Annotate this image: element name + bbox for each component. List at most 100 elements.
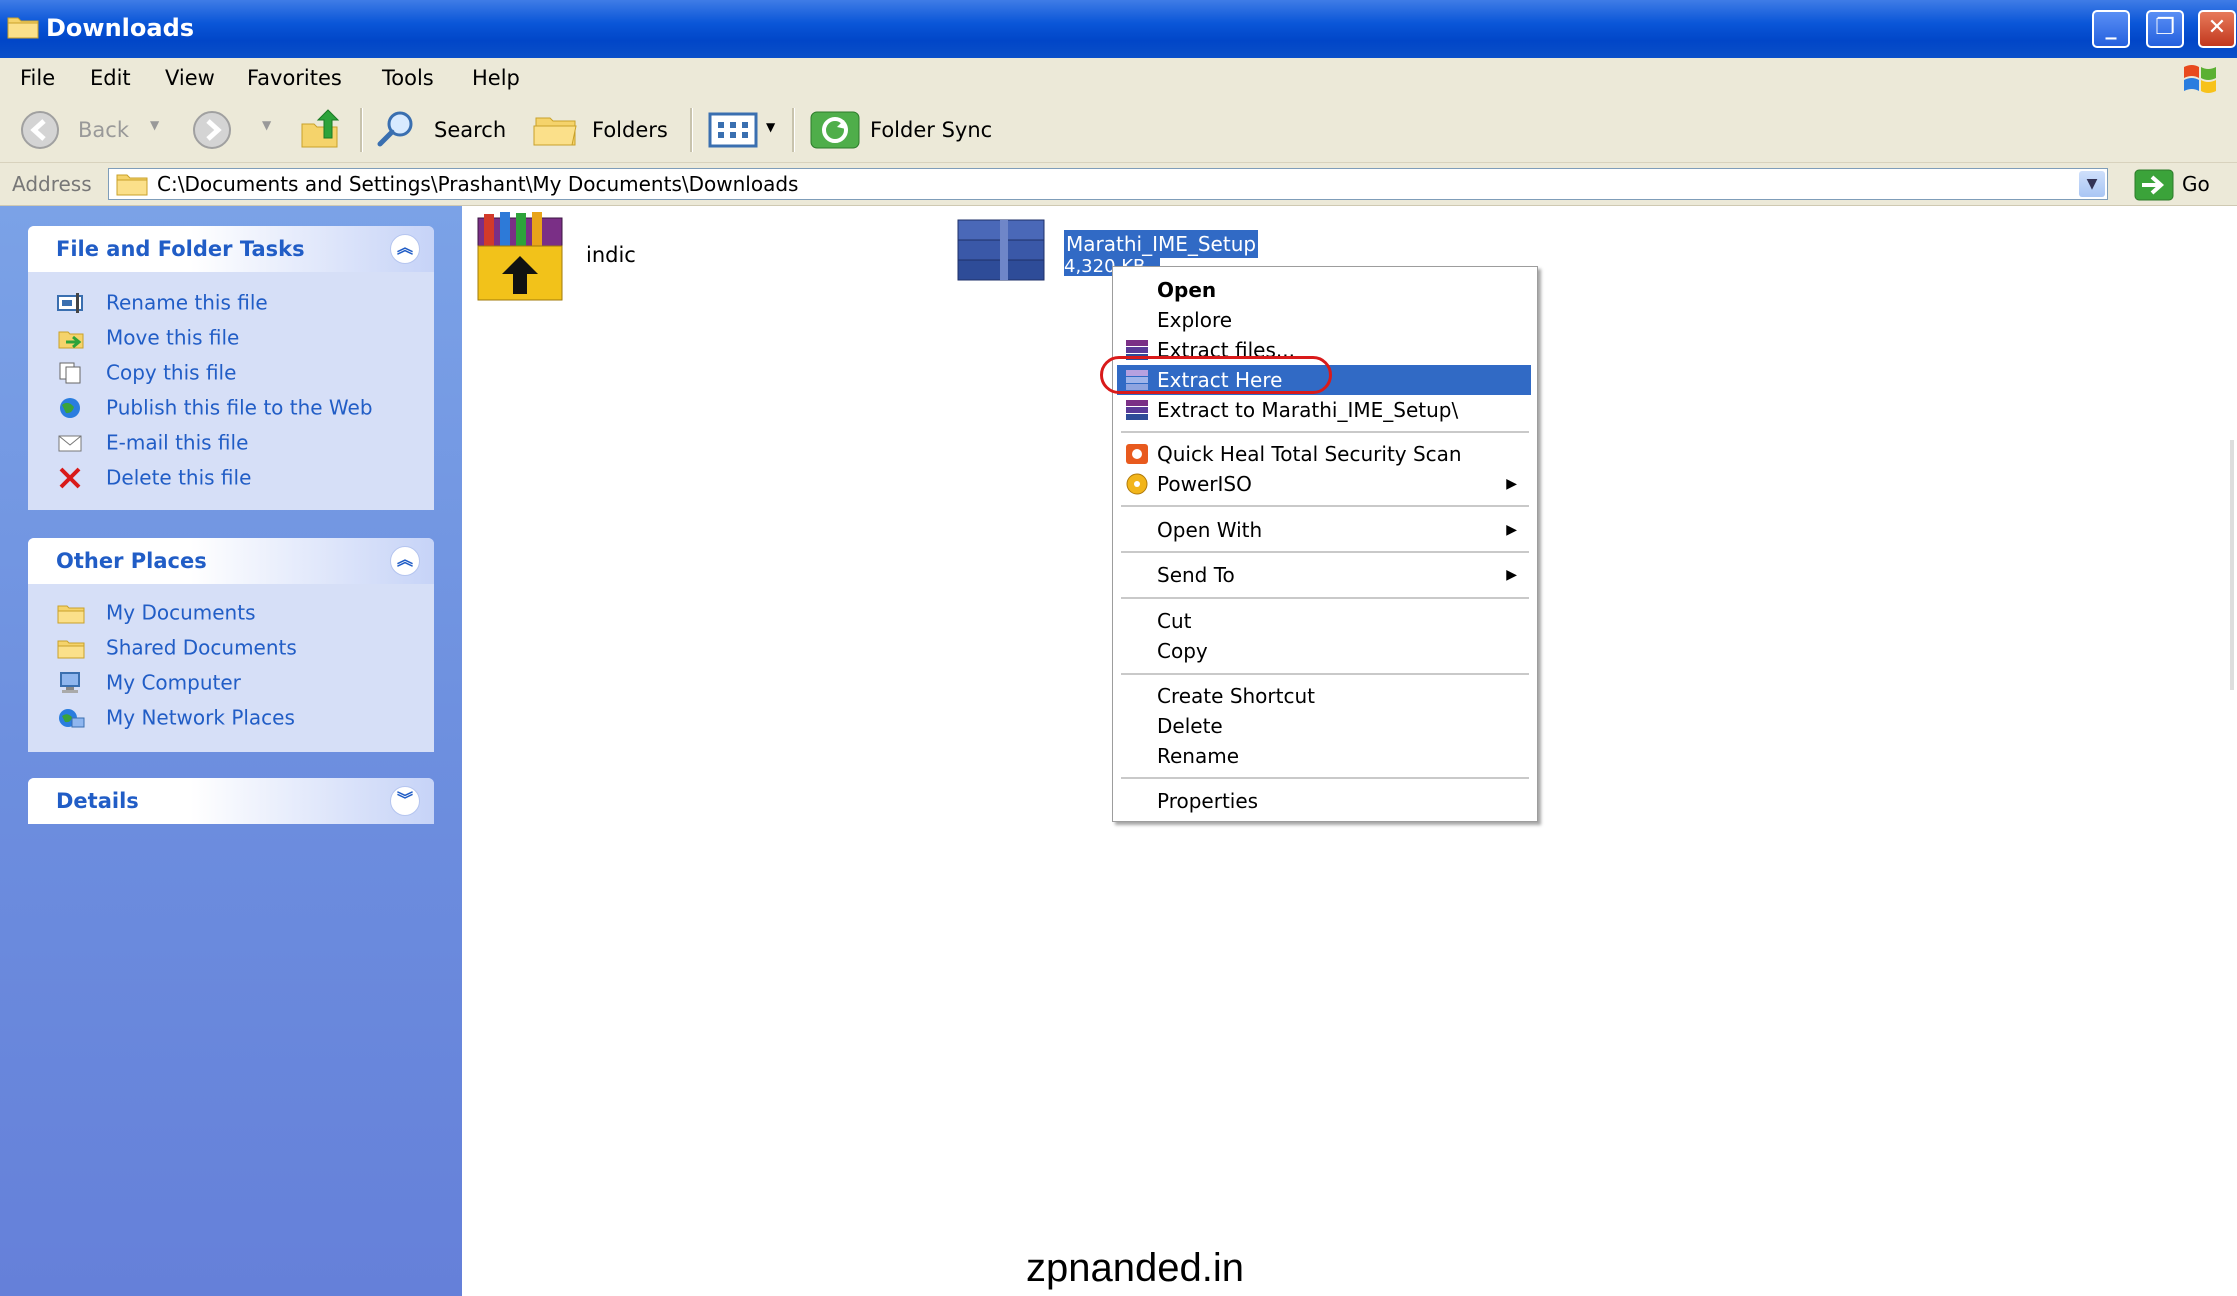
task-copy[interactable]: Copy this file bbox=[56, 354, 236, 388]
poweriso-icon bbox=[1126, 473, 1148, 495]
file-name[interactable]: indic bbox=[586, 240, 636, 270]
menu-item-poweriso[interactable]: PowerISO ▶ bbox=[1117, 469, 1531, 499]
menu-item-open-with[interactable]: Open With ▶ bbox=[1117, 515, 1531, 545]
address-label: Address bbox=[12, 172, 92, 196]
go-button[interactable]: Go bbox=[2182, 163, 2210, 205]
submenu-arrow-icon: ▶ bbox=[1506, 567, 1517, 583]
menu-item-quick-heal-scan[interactable]: Quick Heal Total Security Scan bbox=[1117, 439, 1531, 469]
computer-icon bbox=[60, 671, 80, 693]
menu-separator bbox=[1121, 431, 1529, 433]
back-arrow-icon[interactable] bbox=[20, 110, 60, 150]
window-edge bbox=[2230, 440, 2234, 690]
winrar-icon bbox=[1126, 400, 1148, 420]
copy-icon bbox=[59, 362, 81, 383]
panel-header[interactable]: File and Folder Tasks ︽ bbox=[28, 226, 434, 272]
winrar-archive-icon bbox=[957, 219, 1045, 281]
search-icon[interactable] bbox=[374, 108, 418, 152]
menu-bar: File Edit View Favorites Tools Help bbox=[0, 58, 2237, 99]
menu-view[interactable]: View bbox=[165, 58, 215, 98]
place-shared-documents[interactable]: Shared Documents bbox=[56, 629, 297, 663]
folder-icon bbox=[7, 17, 39, 39]
folders-icon[interactable] bbox=[532, 110, 580, 150]
folders-button[interactable]: Folders bbox=[592, 98, 668, 162]
views-dropdown-icon[interactable]: ▼ bbox=[766, 120, 775, 134]
menu-edit[interactable]: Edit bbox=[90, 58, 131, 98]
folder-sync-icon[interactable] bbox=[808, 106, 862, 154]
menu-separator bbox=[1121, 505, 1529, 507]
menu-separator bbox=[1121, 777, 1529, 779]
menu-item-cut[interactable]: Cut bbox=[1117, 606, 1531, 636]
panel-title: File and Folder Tasks bbox=[56, 237, 305, 261]
task-move[interactable]: Move this file bbox=[56, 319, 239, 353]
toolbar-separator bbox=[360, 108, 363, 152]
menu-separator bbox=[1121, 673, 1529, 675]
globe-icon bbox=[60, 397, 80, 418]
file-name[interactable]: Marathi_IME_Setup bbox=[1064, 230, 1259, 258]
email-icon bbox=[58, 435, 82, 451]
file-marathi-ime-setup[interactable] bbox=[954, 216, 1050, 286]
other-places-panel: Other Places ︽ My Documents Shared Docum… bbox=[28, 538, 434, 752]
panel-header[interactable]: Details ︾ bbox=[28, 778, 434, 824]
menu-file[interactable]: File bbox=[20, 58, 55, 98]
up-folder-icon[interactable] bbox=[298, 108, 342, 152]
close-button[interactable]: ✕ bbox=[2198, 10, 2236, 48]
network-icon bbox=[59, 708, 85, 727]
submenu-arrow-icon: ▶ bbox=[1506, 522, 1517, 538]
address-bar: Address C:\Documents and Settings\Prasha… bbox=[0, 163, 2237, 206]
toolbar-separator bbox=[690, 108, 693, 152]
panel-title: Details bbox=[56, 789, 139, 813]
task-rename[interactable]: Rename this file bbox=[56, 284, 268, 318]
toolbar: Back ▼ ▼ Search Folders ▼ Folder Sync bbox=[0, 98, 2237, 163]
place-my-computer[interactable]: My Computer bbox=[56, 664, 241, 698]
menu-separator bbox=[1121, 551, 1529, 553]
place-my-network[interactable]: My Network Places bbox=[56, 699, 295, 733]
toolbar-separator bbox=[792, 108, 795, 152]
place-my-documents[interactable]: My Documents bbox=[56, 594, 255, 628]
details-panel: Details ︾ bbox=[28, 778, 434, 824]
back-dropdown-icon[interactable]: ▼ bbox=[150, 118, 159, 132]
go-arrow-icon[interactable] bbox=[2134, 169, 2174, 201]
menu-item-create-shortcut[interactable]: Create Shortcut bbox=[1117, 681, 1531, 711]
file-indic[interactable] bbox=[470, 210, 580, 306]
menu-favorites[interactable]: Favorites bbox=[247, 58, 342, 98]
menu-item-explore[interactable]: Explore bbox=[1117, 305, 1531, 335]
folder-icon bbox=[57, 640, 85, 658]
task-publish[interactable]: Publish this file to the Web bbox=[56, 389, 373, 423]
move-icon bbox=[58, 331, 84, 348]
menu-item-open[interactable]: Open bbox=[1117, 275, 1531, 305]
window-title: Downloads bbox=[46, 14, 195, 42]
menu-help[interactable]: Help bbox=[472, 58, 520, 98]
minimize-button[interactable]: _ bbox=[2092, 10, 2130, 48]
quickheal-icon bbox=[1126, 444, 1148, 464]
collapse-icon[interactable]: ︽ bbox=[390, 234, 420, 264]
highlight-annotation bbox=[1100, 356, 1332, 394]
menu-item-copy[interactable]: Copy bbox=[1117, 636, 1531, 666]
collapse-icon[interactable]: ︽ bbox=[390, 546, 420, 576]
address-input[interactable]: C:\Documents and Settings\Prashant\My Do… bbox=[108, 168, 2108, 200]
restore-button[interactable]: ❐ bbox=[2146, 10, 2184, 48]
views-icon[interactable] bbox=[708, 112, 758, 148]
task-email[interactable]: E-mail this file bbox=[56, 424, 248, 458]
menu-item-delete[interactable]: Delete bbox=[1117, 711, 1531, 741]
address-path: C:\Documents and Settings\Prashant\My Do… bbox=[157, 172, 799, 196]
search-button[interactable]: Search bbox=[434, 98, 506, 162]
title-bar[interactable]: Downloads _ ❐ ✕ bbox=[0, 0, 2237, 58]
menu-item-extract-to[interactable]: Extract to Marathi_IME_Setup\ bbox=[1117, 395, 1531, 425]
expand-icon[interactable]: ︾ bbox=[390, 786, 420, 816]
panel-header[interactable]: Other Places ︽ bbox=[28, 538, 434, 584]
panel-title: Other Places bbox=[56, 549, 207, 573]
folder-icon bbox=[116, 174, 148, 196]
forward-dropdown-icon[interactable]: ▼ bbox=[262, 118, 271, 132]
address-dropdown-icon[interactable]: ▼ bbox=[2079, 171, 2105, 197]
back-button[interactable]: Back bbox=[78, 98, 129, 162]
file-folder-tasks-panel: File and Folder Tasks ︽ Rename this file… bbox=[28, 226, 434, 510]
menu-item-properties[interactable]: Properties bbox=[1117, 786, 1531, 816]
rename-icon bbox=[57, 292, 83, 313]
folder-sync-button[interactable]: Folder Sync bbox=[870, 98, 992, 162]
menu-item-rename[interactable]: Rename bbox=[1117, 741, 1531, 771]
forward-arrow-icon[interactable] bbox=[192, 110, 232, 150]
delete-icon bbox=[59, 467, 81, 488]
menu-item-send-to[interactable]: Send To ▶ bbox=[1117, 560, 1531, 590]
task-delete[interactable]: Delete this file bbox=[56, 459, 251, 493]
menu-tools[interactable]: Tools bbox=[382, 58, 434, 98]
